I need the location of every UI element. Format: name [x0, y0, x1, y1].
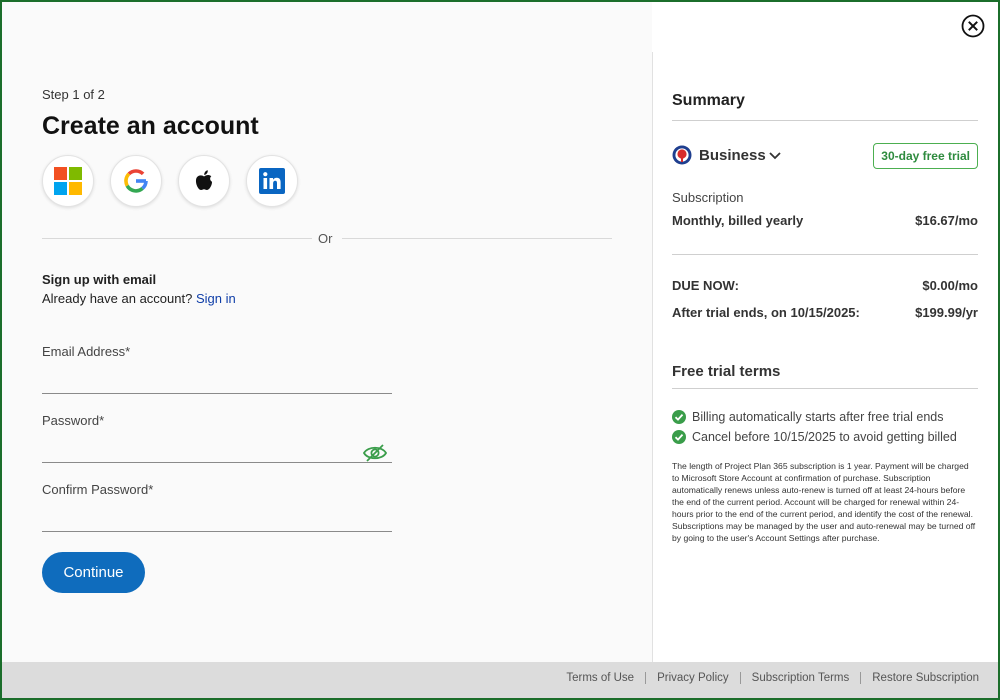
email-label: Email Address* — [42, 344, 131, 359]
after-trial-row: After trial ends, on 10/15/2025: $199.99… — [672, 305, 978, 320]
after-trial-value: $199.99/yr — [915, 305, 978, 320]
footer-links: Terms of Use Privacy Policy Subscription… — [555, 672, 990, 684]
dialog-window: Step 1 of 2 Create an account Or Sign up… — [0, 0, 1000, 700]
plan-selector[interactable]: Business 30-day free trial — [672, 143, 978, 169]
terms-item: Cancel before 10/15/2025 to avoid gettin… — [672, 430, 957, 444]
restore-subscription-link[interactable]: Restore Subscription — [860, 672, 990, 684]
linkedin-signin-button[interactable] — [246, 155, 298, 207]
plan-name: Business — [699, 147, 766, 164]
check-circle-icon — [672, 430, 686, 444]
privacy-policy-link[interactable]: Privacy Policy — [645, 672, 740, 684]
signup-panel: Step 1 of 2 Create an account Or Sign up… — [2, 2, 652, 664]
continue-button[interactable]: Continue — [42, 552, 145, 593]
divider-line — [672, 120, 978, 121]
divider-line — [342, 238, 612, 239]
confirm-password-input[interactable] — [42, 505, 392, 532]
divider-line — [42, 238, 312, 239]
due-now-value: $0.00/mo — [922, 278, 978, 293]
subscription-label: Subscription — [672, 190, 744, 205]
or-divider: Or — [42, 231, 612, 247]
linkedin-icon — [259, 168, 285, 194]
apple-icon — [195, 170, 213, 190]
social-signin-row — [42, 155, 298, 207]
apple-signin-button[interactable] — [178, 155, 230, 207]
email-input[interactable] — [42, 367, 392, 394]
terms-of-use-link[interactable]: Terms of Use — [555, 672, 645, 684]
footer-bar: Terms of Use Privacy Policy Subscription… — [2, 662, 998, 698]
page-title: Create an account — [42, 112, 259, 140]
show-password-icon[interactable] — [362, 443, 388, 463]
subscription-terms-link[interactable]: Subscription Terms — [739, 672, 861, 684]
have-account-text: Already have an account? Sign in — [42, 291, 236, 306]
billing-row: Monthly, billed yearly $16.67/mo — [672, 213, 978, 228]
close-icon[interactable] — [961, 14, 985, 38]
password-input[interactable] — [42, 436, 392, 463]
terms-item-text: Billing automatically starts after free … — [692, 410, 944, 424]
google-signin-button[interactable] — [110, 155, 162, 207]
terms-item-text: Cancel before 10/15/2025 to avoid gettin… — [692, 430, 957, 444]
due-now-row: DUE NOW: $0.00/mo — [672, 278, 978, 293]
terms-heading: Free trial terms — [672, 363, 781, 380]
sign-in-link[interactable]: Sign in — [196, 291, 236, 306]
summary-heading: Summary — [672, 92, 745, 109]
billing-price: $16.67/mo — [915, 213, 978, 228]
password-field-group: Password* — [42, 413, 392, 463]
terms-item: Billing automatically starts after free … — [672, 410, 944, 424]
microsoft-signin-button[interactable] — [42, 155, 94, 207]
billing-cycle: Monthly, billed yearly — [672, 213, 804, 228]
confirm-password-field-group: Confirm Password* — [42, 482, 392, 532]
email-signup-heading: Sign up with email — [42, 272, 157, 287]
divider-line — [672, 388, 978, 389]
check-circle-icon — [672, 410, 686, 424]
panel-divider — [652, 52, 653, 664]
password-label: Password* — [42, 413, 105, 428]
project-plan-logo-icon — [672, 145, 692, 165]
after-trial-label: After trial ends, on 10/15/2025: — [672, 305, 860, 320]
fine-print: The length of Project Plan 365 subscript… — [672, 461, 976, 543]
confirm-password-label: Confirm Password* — [42, 482, 154, 497]
due-now-label: DUE NOW: — [672, 278, 739, 293]
step-indicator: Step 1 of 2 — [42, 87, 105, 102]
microsoft-icon — [54, 167, 82, 195]
email-field-group: Email Address* — [42, 344, 392, 394]
trial-badge: 30-day free trial — [873, 143, 978, 169]
chevron-down-icon[interactable] — [768, 150, 782, 162]
or-label: Or — [318, 231, 333, 246]
google-icon — [124, 169, 148, 193]
have-account-label: Already have an account? — [42, 291, 193, 306]
divider-line — [672, 254, 978, 255]
